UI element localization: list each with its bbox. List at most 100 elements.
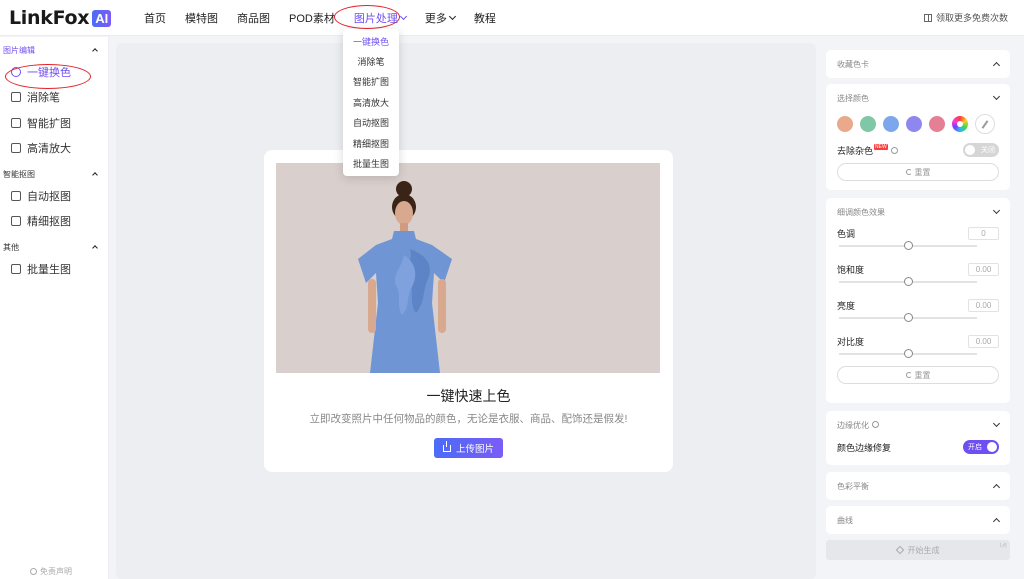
section-title: 细调颜色效果	[837, 207, 885, 217]
toggle-knob	[987, 442, 997, 452]
section-color-balance[interactable]: 色彩平衡	[826, 472, 1010, 500]
gift-icon	[923, 13, 932, 22]
nav-home[interactable]: 首页	[144, 10, 166, 26]
swatch-pink[interactable]	[929, 116, 945, 132]
nav-tutorial[interactable]: 教程	[474, 10, 496, 26]
contrast-input[interactable]: 0.00	[968, 334, 999, 348]
free-credits-link[interactable]: 领取更多免费次数	[923, 11, 1008, 24]
edge-opt-text: 边缘优化	[837, 420, 869, 430]
hue-slider[interactable]	[837, 240, 999, 252]
chevron-up-icon	[92, 172, 98, 178]
toggle-knob	[965, 145, 975, 155]
saturation-slider[interactable]	[837, 276, 999, 288]
hue-input[interactable]: 0	[968, 226, 999, 240]
remove-noise-text: 去除杂色	[837, 145, 874, 156]
nav-model-image[interactable]: 模特图	[185, 10, 218, 26]
upscale-icon	[11, 143, 21, 154]
sidebar-item-auto-cutout[interactable]: 自动抠图	[0, 183, 108, 209]
edge-repair-toggle[interactable]: 开启	[963, 440, 999, 454]
toggle-label: 开启	[968, 444, 982, 451]
info-icon	[30, 568, 37, 575]
chevron-up-icon	[92, 245, 98, 251]
sidebar-group-cutout[interactable]: 智能抠图	[0, 165, 108, 183]
dropdown-item-eraser[interactable]: 消除笔	[343, 51, 399, 71]
chevron-down-icon	[992, 206, 1001, 215]
sidebar-item-label: 批量生图	[27, 263, 71, 276]
slider-thumb[interactable]	[903, 349, 913, 358]
sidebar-item-upscale[interactable]: 高清放大	[0, 136, 108, 162]
chevron-down-icon	[992, 419, 1001, 428]
new-badge: NEW	[874, 143, 888, 150]
image-icon	[11, 263, 21, 274]
color-wheel-icon[interactable]	[952, 116, 968, 132]
edge-repair-label: 颜色边缘修复	[837, 442, 892, 453]
sidebar-item-batch[interactable]: 批量生图	[0, 256, 108, 282]
dropdown-item-batch[interactable]: 批量生图	[343, 153, 399, 173]
sidebar-item-expand[interactable]: 智能扩图	[0, 110, 108, 136]
swatch-orange[interactable]	[837, 116, 853, 132]
generate-button[interactable]: 开始生成 1点	[826, 540, 1010, 560]
expand-icon	[11, 117, 21, 128]
dropdown-item-recolor[interactable]: 一键换色	[343, 31, 399, 51]
slider-thumb[interactable]	[903, 277, 913, 286]
chevron-down-icon	[399, 12, 407, 21]
cost-badge: 1点	[999, 543, 1007, 549]
reset-label: 重置	[914, 370, 931, 380]
free-credits-label: 领取更多免费次数	[935, 13, 1008, 23]
swatch-green[interactable]	[860, 116, 876, 132]
sidebar-item-label: 高清放大	[27, 143, 71, 156]
brightness-input[interactable]: 0.00	[968, 298, 999, 312]
upload-icon	[442, 440, 451, 452]
chevron-down-icon	[448, 12, 456, 21]
section-title: 边缘优化	[837, 420, 879, 431]
disclaimer-label: 免责声明	[40, 567, 72, 576]
nav-more[interactable]: 更多	[425, 10, 456, 26]
brightness-slider[interactable]	[837, 312, 999, 324]
sidebar-group-other[interactable]: 其他	[0, 238, 108, 256]
nav-pod-material[interactable]: POD素材	[289, 10, 335, 26]
section-select-color: 选择颜色 去除杂色 NEW 关闭 重置	[826, 84, 1010, 190]
section-title: 曲线	[837, 515, 853, 525]
reset-color-button[interactable]: 重置	[837, 163, 999, 181]
nav-product-image[interactable]: 商品图	[237, 10, 270, 26]
help-icon[interactable]	[872, 420, 879, 428]
reset-fine-tune-button[interactable]: 重置	[837, 366, 999, 384]
slider-thumb[interactable]	[903, 313, 913, 322]
select-color-header[interactable]: 选择颜色	[826, 84, 1010, 112]
logo-ai-badge: AI	[92, 9, 112, 27]
image-processing-dropdown: 一键换色 消除笔 智能扩图 高清放大 自动抠图 精细抠图 批量生图	[343, 29, 399, 176]
swatch-purple[interactable]	[906, 116, 922, 132]
contrast-slider[interactable]	[837, 348, 999, 360]
hue-label: 色调	[837, 228, 856, 239]
dropdown-item-fine-cutout[interactable]: 精细抠图	[343, 133, 399, 153]
reset-icon	[905, 372, 912, 378]
upload-image-button[interactable]: 上传图片	[434, 438, 503, 458]
eyedropper-button[interactable]	[975, 114, 995, 134]
disclaimer-link[interactable]: 免责声明	[30, 566, 72, 577]
sidebar-item-fine-cutout[interactable]: 精细抠图	[0, 209, 108, 235]
section-color-card[interactable]: 收藏色卡	[826, 50, 1010, 78]
dropdown-item-expand[interactable]: 智能扩图	[343, 72, 399, 92]
logo[interactable]: LinkFox AI	[9, 7, 112, 29]
sidebar-group-edit[interactable]: 图片编辑	[0, 41, 108, 59]
dropdown-item-upscale[interactable]: 高清放大	[343, 92, 399, 112]
dropdown-item-auto-cutout[interactable]: 自动抠图	[343, 113, 399, 133]
cutout-icon	[11, 190, 21, 201]
section-curves[interactable]: 曲线	[826, 506, 1010, 534]
brightness-label: 亮度	[837, 300, 856, 311]
swatch-blue[interactable]	[883, 116, 899, 132]
eyedropper-icon	[981, 119, 989, 129]
edge-opt-header[interactable]: 边缘优化	[826, 411, 1010, 439]
logo-text: LinkFox	[9, 7, 90, 29]
chevron-down-icon	[992, 92, 1001, 101]
canvas-area: 一键快速上色 立即改变照片中任何物品的颜色，无论是衣服、商品、配饰还是假发! 上…	[116, 43, 816, 579]
sidebar-group-label: 图片编辑	[3, 45, 35, 55]
help-icon[interactable]	[890, 146, 898, 154]
fine-tune-header[interactable]: 细调颜色效果	[826, 198, 1010, 226]
fine-cutout-icon	[11, 216, 21, 227]
saturation-input[interactable]: 0.00	[968, 262, 999, 276]
main-nav: 首页 模特图 商品图 POD素材 图片处理 更多 教程	[144, 0, 515, 36]
annotation-circle-sidebar	[5, 64, 91, 89]
slider-thumb[interactable]	[903, 241, 913, 250]
remove-noise-toggle[interactable]: 关闭	[963, 143, 999, 157]
